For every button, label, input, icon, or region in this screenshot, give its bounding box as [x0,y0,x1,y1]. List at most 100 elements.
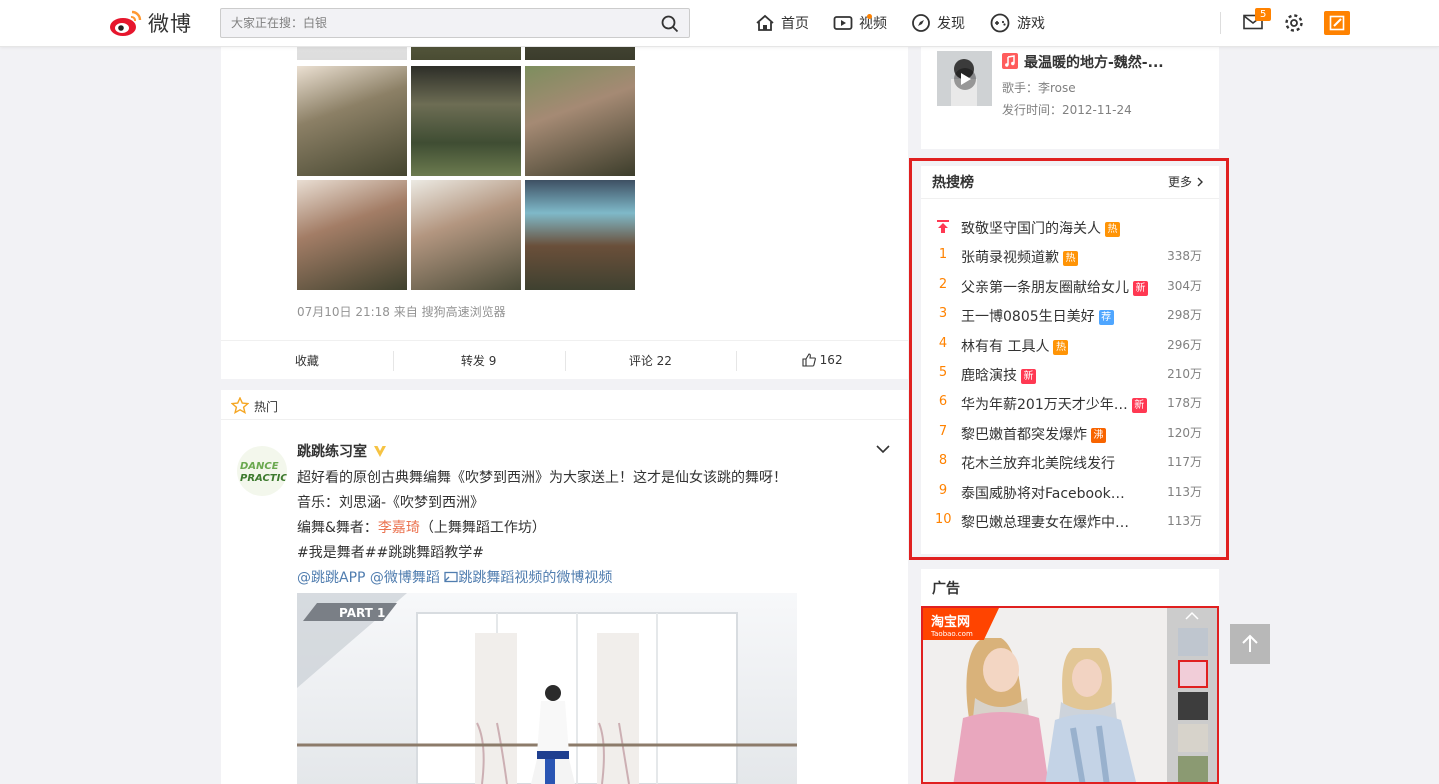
hot-search-text: 黎巴嫩总理妻女在爆炸中… [961,512,1129,532]
feed-post-card: DANCE PRACTICE 跳跳练习室 超好看的原创古典舞编舞《吹梦到西洲》为… [221,420,908,784]
hot-search-label: 泰国威胁将对Facebook… [961,485,1125,502]
chevron-down-icon[interactable] [876,445,890,454]
hot-search-count: 210万 [1167,367,1202,381]
post-author[interactable]: 跳跳练习室 [297,441,387,461]
more-label: 更多 [1167,175,1192,189]
nav-video[interactable]: 视频 [833,13,887,33]
hot-search-rank: 2 [938,276,948,292]
photo-post-card: 07月10日 21:18 来自 搜狗高速浏览器 收藏 转发 9 评论 22 16… [221,0,908,379]
favorite-button[interactable]: 收藏 [221,341,393,379]
post-text-line: 编舞&舞者：李嘉琦（上舞舞蹈工作坊） [297,517,546,537]
hot-search-text: 父亲第一条朋友圈献给女儿新 [961,277,1148,297]
star-icon [231,397,249,414]
nav-home[interactable]: 首页 [755,13,809,33]
weibo-logo[interactable]: 微博 [108,6,192,40]
hot-search-count: 338万 [1167,249,1202,264]
back-to-top-button[interactable] [1230,624,1270,664]
credit-prefix: 编舞&舞者： [297,520,378,536]
svg-text:PRACTICE: PRACTICE [240,473,287,484]
hot-search-row[interactable]: 2 父亲第一条朋友圈献给女儿新 304万 [921,275,1219,297]
dancer-link[interactable]: 李嘉琦 [378,520,420,536]
ad-banner[interactable]: 淘宝网 Taobao.com [921,606,1219,784]
hot-search-rank: 3 [938,306,948,322]
nav-game[interactable]: 游戏 [989,13,1045,33]
author-name: 跳跳练习室 [297,444,367,460]
hot-tag-badge: 荐 [1098,310,1114,326]
search-input[interactable] [221,9,641,37]
ad-thumb[interactable] [1178,660,1208,688]
hot-search-rank: 8 [938,453,948,469]
repost-button[interactable]: 转发 9 [392,341,565,379]
like-button[interactable]: 162 [736,341,908,379]
hot-search-row[interactable]: 5 鹿晗演技新 210万 [921,363,1219,385]
more-link[interactable]: 更多 [1168,173,1203,190]
ad-title: 广告 [932,581,960,597]
hot-search-label: 林有有 工具人 [961,338,1050,355]
post-text-line: 超好看的原创古典舞编舞《吹梦到西洲》为大家送上！这才是仙女该跳的舞呀！ [297,470,787,486]
ad-thumb[interactable] [1178,724,1208,752]
photo-thumb[interactable] [411,66,521,176]
video-source-link[interactable]: 跳跳舞蹈视频的微博视频 [458,570,612,586]
hot-tag-badge: 沸 [1091,427,1106,443]
hashtag-links[interactable]: #我是舞者##跳跳舞蹈教学# [297,542,484,562]
photo-thumb[interactable] [525,180,635,290]
thumbs-up-icon [802,353,816,367]
compass-icon [912,14,930,32]
ad-thumb[interactable] [1178,692,1208,720]
song-title[interactable]: 最温暖的地方-魏然-... [1002,52,1164,72]
hot-search-text: 泰国威胁将对Facebook… [961,483,1125,503]
hot-search-header: 热搜榜 更多 [921,166,1219,199]
verified-v-icon [374,445,386,457]
mention-links[interactable]: @跳跳APP @微博舞蹈 [297,570,444,586]
hot-search-label: 黎巴嫩首都突发爆炸 [961,426,1087,443]
hot-section-header: 热门 [221,390,908,420]
photo-thumb[interactable] [297,66,407,176]
hot-search-rank: 4 [938,335,948,351]
video-link-icon [444,571,459,583]
chevron-up-icon[interactable] [1167,608,1217,624]
nav-discover-label: 发现 [937,16,965,32]
hot-search-rank: 6 [938,394,948,410]
hot-search-text: 鹿晗演技新 [961,365,1036,385]
song-cover[interactable] [937,51,992,106]
hot-search-row[interactable]: 4 林有有 工具人热 296万 [921,334,1219,356]
avatar[interactable]: DANCE PRACTICE [237,446,287,496]
hot-search-label: 花木兰放弃北美院线发行 [961,456,1115,473]
hot-search-text: 张萌录视频道歉热 [961,247,1078,267]
video-icon [833,16,853,30]
photo-thumb[interactable] [297,180,407,290]
ad-thumb[interactable] [1178,756,1208,782]
hot-search-row[interactable]: 6 华为年薪201万天才少年… 新 178万 [921,392,1219,414]
hot-search-rank: 9 [938,482,948,498]
nav-discover[interactable]: 发现 [911,13,965,33]
hot-search-rank: 10 [935,512,952,527]
search-box [220,8,690,38]
photo-thumb[interactable] [525,66,635,176]
photo-thumb[interactable] [411,180,521,290]
new-dot [867,14,872,19]
hot-search-text: 花木兰放弃北美院线发行 [961,453,1115,473]
compose-button[interactable] [1324,11,1350,35]
hot-search-row[interactable]: 3 王一博0805生日美好荐 298万 [921,304,1219,326]
like-count: 162 [819,353,843,367]
search-icon[interactable] [661,15,679,33]
hot-search-row[interactable]: 9 泰国威胁将对Facebook… 113万 [921,481,1219,503]
brand-name: 微博 [148,12,192,36]
pin-top-icon [937,220,949,233]
gear-icon[interactable] [1284,13,1304,33]
ad-thumb[interactable] [1178,628,1208,656]
hot-search-pinned-row[interactable]: 致敬坚守国门的海关人热 [921,216,1219,238]
hot-search-row[interactable]: 1 张萌录视频道歉热 338万 [921,245,1219,267]
hot-search-row[interactable]: 7 黎巴嫩首都突发爆炸沸 120万 [921,422,1219,444]
nav-video-label: 视频 [859,16,887,32]
hot-search-rank: 1 [938,247,948,263]
hot-search-row[interactable]: 10 黎巴嫩总理妻女在爆炸中… 113万 [921,510,1219,532]
comment-label: 评论 22 [628,353,672,368]
comment-button[interactable]: 评论 22 [564,341,737,379]
video-frame: PART 1 [297,593,797,784]
video-player[interactable]: PART 1 [297,593,797,784]
nav-home-label: 首页 [781,16,809,32]
hot-search-row[interactable]: 8 花木兰放弃北美院线发行 117万 [921,451,1219,473]
song-title-text: 最温暖的地方-魏然-... [1024,55,1164,71]
nav-divider [1220,12,1221,34]
